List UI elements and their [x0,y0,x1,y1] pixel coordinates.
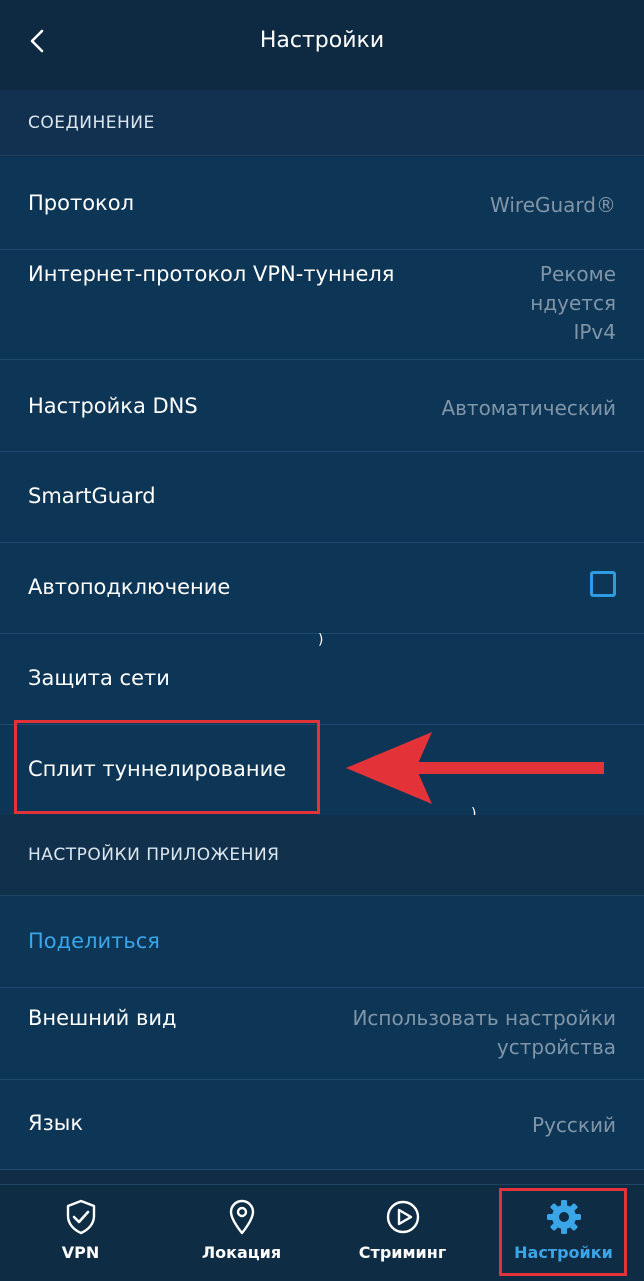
red-arrow-icon [346,732,604,804]
setting-row-language[interactable]: Язык Русский [0,1080,644,1170]
setting-label: SmartGuard [28,484,156,508]
setting-row-dns[interactable]: Настройка DNS Автоматический [0,360,644,452]
setting-value: Автоматический [441,396,616,420]
nav-item-vpn[interactable]: VPN [0,1185,161,1281]
setting-label: Настройка DNS [28,394,198,418]
share-link[interactable]: Поделиться [28,929,160,953]
setting-value: Русский [532,1113,616,1137]
setting-label: Внешний вид [28,1006,177,1030]
setting-row-autoconnect[interactable]: Автоподключение [0,543,644,634]
setting-value: WireGuard® [490,193,616,217]
top-bar: Настройки [0,0,644,90]
nav-item-location[interactable]: Локация [161,1185,322,1281]
highlight-box-split-tunneling [14,720,320,814]
shield-check-icon [66,1199,95,1235]
setting-label: Автоподключение [28,575,231,599]
setting-row-appearance[interactable]: Внешний вид Использовать настройки устро… [0,988,644,1080]
nav-label: Локация [201,1243,282,1262]
nav-label: VPN [61,1243,100,1262]
setting-label: Интернет-протокол VPN-туннеля [28,262,395,286]
setting-row-protocol[interactable]: Протокол WireGuard® [0,157,644,250]
nav-item-streaming[interactable]: Стриминг [322,1185,483,1281]
setting-row-tunnel-ip[interactable]: Интернет-протокол VPN-туннеля Рекоме нду… [0,250,644,360]
autoconnect-checkbox[interactable] [590,571,616,597]
setting-label: Защита сети [28,666,170,690]
play-circle-icon [386,1200,419,1234]
nav-label: Стриминг [358,1243,447,1262]
setting-value: Рекоме ндуется IPv4 [530,262,616,344]
setting-label: Протокол [28,191,135,215]
section-header-connection: СОЕДИНЕНИЕ [0,90,644,156]
stray-mark: ) [318,632,324,648]
setting-row-share[interactable]: Поделиться [0,896,644,988]
page-title: Настройки [259,28,385,53]
location-pin-icon [229,1199,254,1235]
setting-label: Язык [28,1111,84,1135]
highlight-box-settings-tab [499,1188,627,1276]
setting-row-smartguard[interactable]: SmartGuard [0,452,644,543]
setting-value: Использовать настройки устройства [352,1006,616,1059]
section-header-app-settings: НАСТРОЙКИ ПРИЛОЖЕНИЯ [0,815,644,896]
